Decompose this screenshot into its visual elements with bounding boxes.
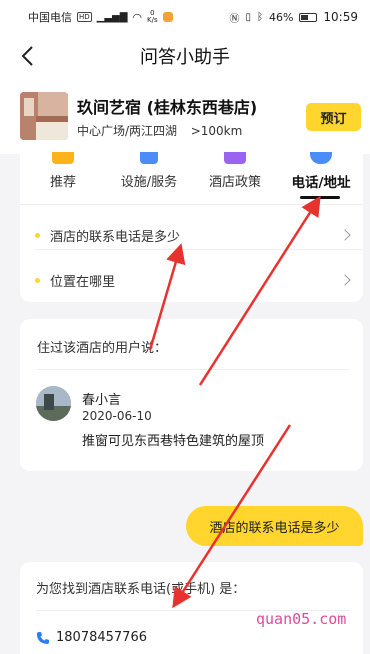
qa-card: 推荐 设施/服务 酒店政策 电话/地址 酒店的联系电话是多少 位置在哪里 xyxy=(20,152,364,302)
vibrate-icon: ▯ xyxy=(245,11,251,23)
tab-label: 电话/地址 xyxy=(291,175,351,191)
review-username: 春小言 xyxy=(82,393,122,408)
battery-percent: 46% xyxy=(268,10,294,24)
phone-address-icon xyxy=(310,152,332,164)
app-notification-icon xyxy=(162,12,173,22)
avatar xyxy=(36,386,71,421)
answer-card: 为您找到酒店联系电话(或手机) 是： 18078457766 xyxy=(20,562,363,654)
carrier-label: 中国电信 xyxy=(28,11,72,24)
category-tabs: 推荐 设施/服务 酒店政策 电话/地址 xyxy=(20,152,364,204)
answer-heading: 为您找到酒店联系电话(或手机) 是： xyxy=(36,582,246,597)
active-tab-indicator xyxy=(300,196,340,199)
battery-icon xyxy=(299,12,318,22)
tab-facilities[interactable]: 设施/服务 xyxy=(106,152,192,204)
bullet-dot xyxy=(35,277,40,283)
back-button[interactable] xyxy=(14,42,40,70)
tab-phone-address[interactable]: 电话/地址 xyxy=(278,152,364,204)
review-card: 住过该酒店的用户说： 春小言 2020-06-10 推窗可见东西巷特色建筑的屋顶 xyxy=(20,319,363,471)
review-divider xyxy=(37,369,349,370)
tab-policy[interactable]: 酒店政策 xyxy=(192,152,278,204)
tab-label: 设施/服务 xyxy=(120,175,178,190)
hotel-distance: >100km xyxy=(190,124,243,138)
hotel-location-line: 中心广场/两江四湖 >100km xyxy=(77,122,242,139)
tab-label: 酒店政策 xyxy=(208,175,261,190)
hotel-thumbnail xyxy=(20,92,68,140)
tabs-divider xyxy=(20,204,363,205)
question-text: 酒店的联系电话是多少 xyxy=(50,229,181,245)
nfc-icon: Ⓝ xyxy=(229,13,240,25)
recommend-icon xyxy=(52,152,74,164)
hotel-location: 中心广场/两江四湖 xyxy=(77,124,178,138)
review-text: 推窗可见东西巷特色建筑的屋顶 xyxy=(82,434,265,449)
tab-label: 推荐 xyxy=(49,175,76,190)
policy-icon xyxy=(224,152,246,164)
facility-icon xyxy=(140,152,158,164)
signal-icon: ▁▃▅▇ xyxy=(96,11,128,23)
review-heading: 住过该酒店的用户说： xyxy=(37,341,168,356)
hotel-header[interactable]: 玖间艺宿 (桂林东西巷店) 中心广场/两江四湖 >100km 预订 xyxy=(0,78,370,154)
hotel-name: 玖间艺宿 (桂林东西巷店) xyxy=(77,98,258,117)
hd-badge: HD xyxy=(77,12,92,22)
page-title: 问答小助手 xyxy=(140,47,230,68)
net-speed-unit: K/s xyxy=(147,16,158,24)
user-message-bubble: 酒店的联系电话是多少 xyxy=(186,506,363,546)
bluetooth-icon: ᛒ xyxy=(256,11,263,23)
review-date: 2020-06-10 xyxy=(82,409,152,423)
clock: 10:59 xyxy=(323,10,358,24)
question-item[interactable]: 酒店的联系电话是多少 xyxy=(20,217,363,253)
net-speed: 0 K/s xyxy=(147,10,158,24)
watermark: quan05.com xyxy=(256,610,347,628)
phone-row[interactable]: 18078457766 xyxy=(36,630,147,645)
chevron-left-icon xyxy=(21,46,33,66)
phone-icon xyxy=(37,631,49,644)
nav-bar: 问答小助手 xyxy=(0,34,370,78)
status-bar: 中国电信 HD ▁▃▅▇ ◠ 0 K/s Ⓝ ▯ ᛒ 46% 10:59 xyxy=(0,0,370,34)
chevron-right-icon xyxy=(339,229,351,241)
chevron-right-icon xyxy=(339,274,351,286)
bullet-dot xyxy=(35,232,40,238)
book-button[interactable]: 预订 xyxy=(306,103,361,131)
question-divider xyxy=(35,249,363,250)
question-text: 位置在哪里 xyxy=(50,274,116,290)
phone-number: 18078457766 xyxy=(56,630,147,645)
wifi-icon: ◠ xyxy=(132,10,143,24)
question-item[interactable]: 位置在哪里 xyxy=(20,262,363,298)
tab-recommend[interactable]: 推荐 xyxy=(20,152,106,204)
